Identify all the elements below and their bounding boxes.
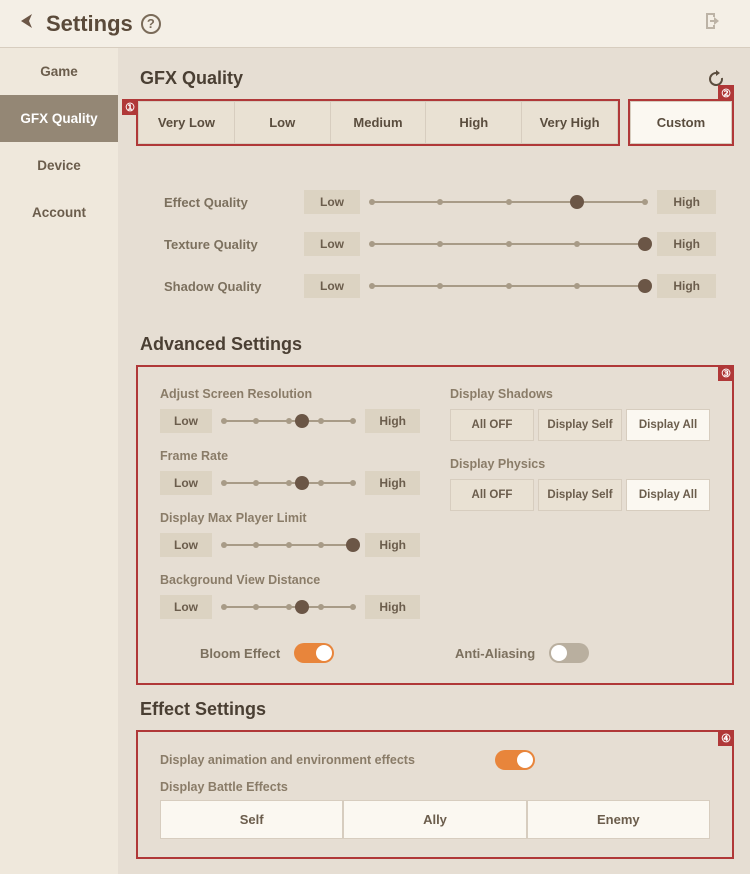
high-tag: High — [657, 190, 716, 214]
adv-slider[interactable] — [224, 544, 353, 546]
low-tag: Low — [160, 595, 212, 619]
callout-3: ③ — [718, 365, 734, 381]
callout-1: ① — [122, 99, 138, 115]
page-title: Settings — [46, 11, 133, 37]
adv-option-item: Display Physics All OFFDisplay SelfDispl… — [450, 457, 710, 511]
option-button[interactable]: Display Self — [538, 409, 622, 441]
advanced-section-title: Advanced Settings — [140, 334, 734, 355]
callout-2: ② — [718, 85, 734, 101]
back-icon[interactable] — [18, 11, 46, 36]
quality-slider[interactable] — [372, 285, 645, 287]
adv-slider-label: Display Max Player Limit — [160, 511, 420, 525]
quality-label: Texture Quality — [164, 237, 304, 252]
low-tag: Low — [304, 274, 360, 298]
adv-slider-item: Background View Distance Low High — [160, 573, 420, 619]
high-tag: High — [365, 595, 420, 619]
adv-option-label: Display Physics — [450, 457, 710, 471]
adv-slider[interactable] — [224, 420, 353, 422]
adv-option-label: Display Shadows — [450, 387, 710, 401]
option-button[interactable]: All OFF — [450, 479, 534, 511]
help-icon[interactable]: ? — [141, 14, 161, 34]
low-tag: Low — [304, 190, 360, 214]
quality-row: Effect Quality Low High — [164, 190, 716, 214]
nav-device[interactable]: Device — [0, 142, 118, 189]
adv-slider-item: Adjust Screen Resolution Low High — [160, 387, 420, 433]
low-tag: Low — [160, 409, 212, 433]
high-tag: High — [365, 471, 420, 495]
toggle-label: Anti-Aliasing — [455, 646, 535, 661]
preset-group: Very LowLowMediumHighVery High — [138, 101, 618, 144]
quality-label: Effect Quality — [164, 195, 304, 210]
high-tag: High — [657, 232, 716, 256]
option-button[interactable]: Display All — [626, 479, 710, 511]
preset-very high-button[interactable]: Very High — [522, 101, 618, 144]
callout-4: ④ — [718, 730, 734, 746]
effect-section-title: Effect Settings — [140, 699, 734, 720]
adv-slider-item: Frame Rate Low High — [160, 449, 420, 495]
battle-ally-button[interactable]: Ally — [343, 800, 526, 839]
toggle-pair: Anti-Aliasing — [455, 643, 670, 663]
adv-slider[interactable] — [224, 482, 353, 484]
low-tag: Low — [160, 471, 212, 495]
option-button[interactable]: All OFF — [450, 409, 534, 441]
high-tag: High — [365, 409, 420, 433]
exit-icon[interactable] — [702, 10, 732, 37]
quality-row: Shadow Quality Low High — [164, 274, 716, 298]
option-button[interactable]: Display Self — [538, 479, 622, 511]
quality-slider[interactable] — [372, 243, 645, 245]
low-tag: Low — [160, 533, 212, 557]
quality-slider[interactable] — [372, 201, 645, 203]
battle-enemy-button[interactable]: Enemy — [527, 800, 710, 839]
battle-self-button[interactable]: Self — [160, 800, 343, 839]
low-tag: Low — [304, 232, 360, 256]
high-tag: High — [657, 274, 716, 298]
adv-slider-item: Display Max Player Limit Low High — [160, 511, 420, 557]
nav-account[interactable]: Account — [0, 189, 118, 236]
gfx-section-title: GFX Quality — [140, 68, 734, 89]
nav-gfx quality[interactable]: GFX Quality — [0, 95, 118, 142]
anti-aliasing-toggle[interactable] — [549, 643, 589, 663]
sidebar: GameGFX QualityDeviceAccount — [0, 48, 118, 874]
quality-label: Shadow Quality — [164, 279, 304, 294]
quality-row: Texture Quality Low High — [164, 232, 716, 256]
preset-custom-button[interactable]: Custom — [630, 101, 732, 144]
adv-slider-label: Frame Rate — [160, 449, 420, 463]
high-tag: High — [365, 533, 420, 557]
preset-low-button[interactable]: Low — [235, 101, 331, 144]
battle-effects-label: Display Battle Effects — [160, 780, 710, 794]
toggle-pair: Bloom Effect — [200, 643, 415, 663]
preset-very low-button[interactable]: Very Low — [138, 101, 235, 144]
preset-high-button[interactable]: High — [426, 101, 522, 144]
anim-effects-label: Display animation and environment effect… — [160, 753, 415, 767]
option-button[interactable]: Display All — [626, 409, 710, 441]
anim-effects-toggle[interactable] — [495, 750, 535, 770]
nav-game[interactable]: Game — [0, 48, 118, 95]
toggle-label: Bloom Effect — [200, 646, 280, 661]
adv-slider-label: Background View Distance — [160, 573, 420, 587]
adv-slider[interactable] — [224, 606, 353, 608]
preset-medium-button[interactable]: Medium — [331, 101, 427, 144]
adv-option-item: Display Shadows All OFFDisplay SelfDispl… — [450, 387, 710, 441]
bloom-effect-toggle[interactable] — [294, 643, 334, 663]
adv-slider-label: Adjust Screen Resolution — [160, 387, 420, 401]
